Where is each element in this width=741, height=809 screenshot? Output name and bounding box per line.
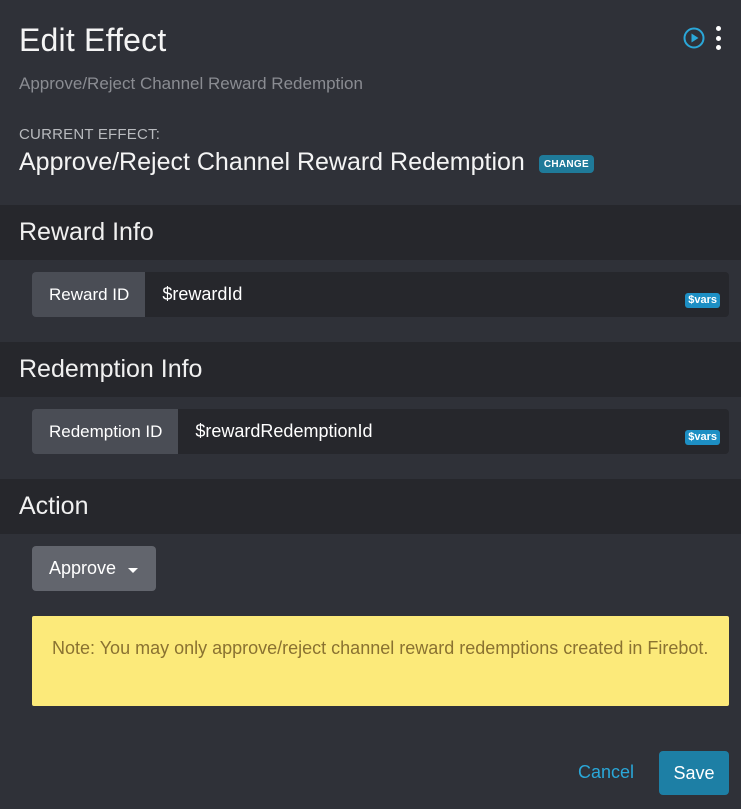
play-circle-icon[interactable] [683,27,705,49]
section-title: Reward Info [19,218,154,246]
section-header-action: Action [0,479,741,534]
current-effect-name: Approve/Reject Channel Reward Redemption [19,148,525,176]
action-dropdown-value: Approve [49,558,117,578]
reward-id-input[interactable]: $rewardId $vars [145,272,729,317]
reward-id-value: $rewardId [162,284,243,304]
modal-header: Edit Effect [19,22,721,59]
effect-subtitle: Approve/Reject Channel Reward Redemption [19,74,363,93]
vars-button[interactable]: $vars [685,430,720,445]
caret-down-icon [128,567,139,573]
header-actions [683,26,721,50]
redemption-id-label: Redemption ID [32,409,179,454]
current-effect-label: CURRENT EFFECT: [19,126,161,143]
reward-id-label: Reward ID [32,272,146,317]
redemption-id-value: $rewardRedemptionId [195,421,373,441]
vars-button[interactable]: $vars [685,293,720,308]
section-header-reward-info: Reward Info [0,205,741,260]
change-effect-button[interactable]: CHANGE [538,154,594,173]
action-dropdown[interactable]: Approve [32,546,156,591]
page-title: Edit Effect [19,22,167,58]
section-title: Action [19,492,89,520]
current-effect-row: Approve/Reject Channel Reward Redemption… [19,148,594,177]
cancel-button[interactable]: Cancel [578,762,634,783]
kebab-menu-icon[interactable] [715,26,721,50]
redemption-id-input-group: Redemption ID $rewardRedemptionId $vars [32,409,729,454]
reward-id-input-group: Reward ID $rewardId $vars [32,272,729,317]
section-title: Redemption Info [19,355,203,383]
note-alert: Note: You may only approve/reject channe… [32,616,729,706]
section-header-redemption-info: Redemption Info [0,342,741,397]
save-button[interactable]: Save [659,751,729,795]
redemption-id-input[interactable]: $rewardRedemptionId $vars [178,409,729,454]
